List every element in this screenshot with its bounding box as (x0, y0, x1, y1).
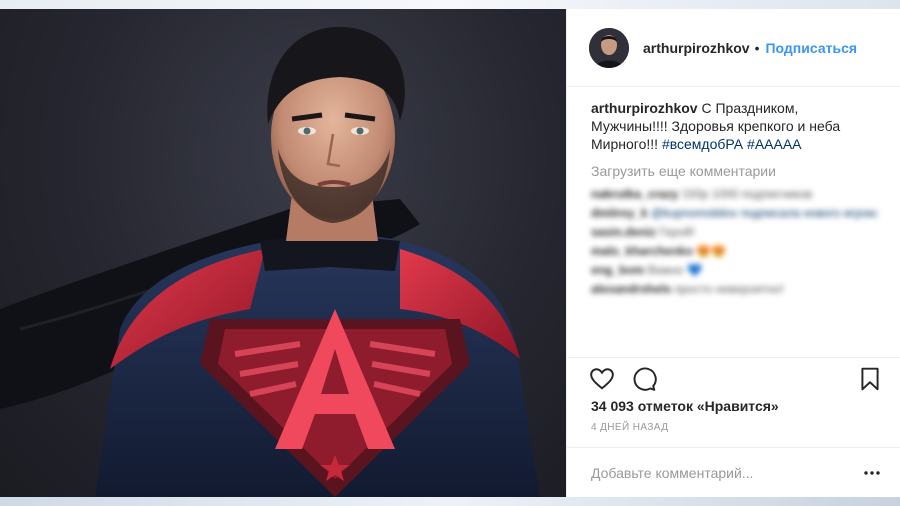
avatar-image (589, 27, 629, 68)
comment-bubble-icon[interactable] (631, 366, 657, 392)
hashtag-link[interactable]: #всемдобРА (662, 136, 743, 152)
bookmark-icon[interactable] (857, 366, 883, 392)
comment-item: dmitrey_k @kupnomobilov подписала нового… (591, 206, 877, 220)
comment-item: malo_kharchenko 😍😍 (591, 244, 727, 258)
post-photo[interactable] (0, 9, 566, 497)
background-frame-bottom (0, 497, 900, 506)
caption-username-link[interactable]: arthurpirozhkov (591, 100, 698, 116)
comment-item: eng_bom Важно 💙 (591, 263, 702, 277)
more-options-icon[interactable] (863, 464, 881, 482)
post-timestamp[interactable]: 4 ДНЕЙ НАЗАД (591, 422, 668, 433)
separator-dot: • (754, 39, 760, 56)
comment-item: alexandrshels просто невероятно! (591, 282, 784, 296)
likes-count[interactable]: 34 093 отметок «Нравится» (591, 398, 779, 414)
background-frame-top (0, 0, 900, 9)
avatar[interactable] (589, 27, 629, 68)
comment-item: nakrutka_crazy 150р 1000 подписчиков (591, 187, 813, 201)
post-caption: arthurpirozhkov С Праздником, Мужчины!!!… (591, 99, 877, 153)
heart-icon[interactable] (589, 366, 615, 392)
comment-item: sasin.deniz Герой! (591, 225, 695, 239)
comments-section[interactable]: arthurpirozhkov С Праздником, Мужчины!!!… (567, 87, 900, 357)
comment-input[interactable] (591, 462, 841, 484)
superhero-photo-illustration (0, 26, 540, 497)
follow-button[interactable]: Подписаться (765, 40, 857, 56)
post-header: arthurpirozhkov • Подписаться (567, 9, 900, 87)
blurred-comment-list: nakrutka_crazy 150р 1000 подписчиков dmi… (591, 185, 877, 299)
header-username-link[interactable]: arthurpirozhkov (643, 40, 750, 56)
load-more-comments-button[interactable]: Загрузить еще комментарии (591, 163, 877, 179)
post-actions-bar (567, 357, 900, 397)
add-comment-bar (567, 447, 900, 497)
hashtag-link[interactable]: #АAAAA (747, 136, 801, 152)
post-details-panel: arthurpirozhkov • Подписаться arthurpiro… (566, 9, 900, 497)
